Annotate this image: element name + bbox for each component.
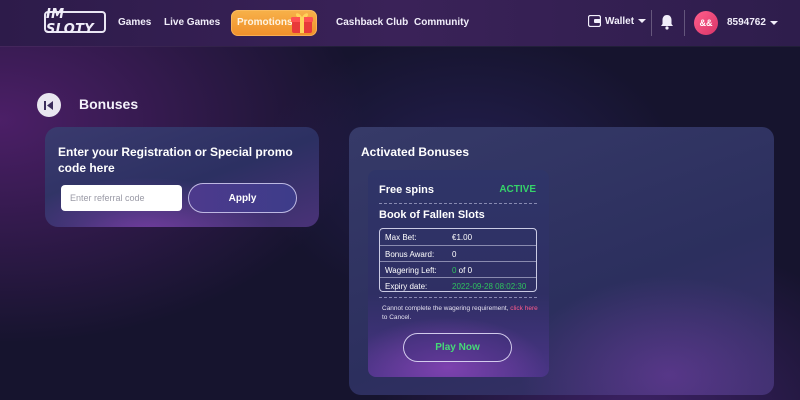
detail-row-wagering-left: Wagering Left: 0 of 0 xyxy=(380,261,536,277)
gift-icon xyxy=(291,13,313,33)
top-nav-bar: IM SLOTY Games Live Games Promotions Cas… xyxy=(0,0,800,46)
max-bet-value: €1.00 xyxy=(452,233,473,242)
page-title: Bonuses xyxy=(79,96,139,112)
header-divider xyxy=(684,10,685,36)
wagering-left-value: 0 of 0 xyxy=(452,266,472,275)
bonus-game-name: Book of Fallen Slots xyxy=(379,209,485,221)
back-button[interactable] xyxy=(37,93,61,117)
header-divider xyxy=(651,10,652,36)
chevron-down-icon xyxy=(638,19,647,23)
nav-live-games[interactable]: Live Games xyxy=(164,17,220,28)
promo-code-card: Enter your Registration or Special promo… xyxy=(45,127,319,227)
max-bet-label: Max Bet: xyxy=(385,233,417,242)
wallet-icon xyxy=(588,15,601,27)
detail-row-max-bet: Max Bet: €1.00 xyxy=(380,229,536,245)
user-id[interactable]: 8594762 xyxy=(727,17,766,28)
wagering-left-label: Wagering Left: xyxy=(385,266,437,275)
bonus-award-value: 0 xyxy=(452,250,457,259)
nav-cashback-club[interactable]: Cashback Club xyxy=(336,17,408,28)
bell-icon[interactable] xyxy=(660,14,674,30)
activated-bonuses-panel: Activated Bonuses Free spins ACTIVE Book… xyxy=(349,127,774,395)
play-now-button[interactable]: Play Now xyxy=(403,333,512,362)
bonus-card: Free spins ACTIVE Book of Fallen Slots M… xyxy=(368,170,549,377)
cancel-bonus-link[interactable]: click here xyxy=(510,305,537,312)
promo-heading: Enter your Registration or Special promo… xyxy=(58,145,293,175)
cancel-bonus-note: Cannot complete the wagering requirement… xyxy=(382,304,542,322)
wallet-dropdown[interactable]: Wallet xyxy=(588,15,647,27)
divider xyxy=(379,297,537,298)
activated-bonuses-title: Activated Bonuses xyxy=(361,145,470,159)
promotions-label: Promotions xyxy=(237,17,293,28)
divider xyxy=(379,203,537,204)
chevron-down-icon[interactable] xyxy=(770,20,778,26)
nav-games[interactable]: Games xyxy=(118,17,151,28)
site-logo[interactable]: IM SLOTY xyxy=(44,7,106,37)
avatar[interactable]: && xyxy=(694,11,718,35)
back-arrow-icon xyxy=(44,100,53,110)
cancel-note-suffix: to Cancel. xyxy=(382,314,412,321)
status-badge: ACTIVE xyxy=(499,184,536,195)
bonus-details-table: Max Bet: €1.00 Bonus Award: 0 Wagering L… xyxy=(379,228,537,292)
expiry-date-value: 2022-09-28 08:02:30 xyxy=(452,282,527,291)
expiry-date-label: Expiry date: xyxy=(385,282,428,291)
wallet-label: Wallet xyxy=(605,15,635,27)
detail-row-expiry-date: Expiry date: 2022-09-28 08:02:30 xyxy=(380,277,536,293)
nav-community[interactable]: Community xyxy=(414,17,469,28)
referral-code-input[interactable] xyxy=(61,185,182,211)
detail-row-bonus-award: Bonus Award: 0 xyxy=(380,245,536,261)
wagering-total-value: of 0 xyxy=(456,266,473,275)
apply-button[interactable]: Apply xyxy=(188,183,297,213)
cancel-note-text: Cannot complete the wagering requirement… xyxy=(382,305,511,312)
promotions-button[interactable]: Promotions xyxy=(231,10,317,36)
bonus-award-label: Bonus Award: xyxy=(385,250,435,259)
bonus-type: Free spins xyxy=(379,184,435,196)
